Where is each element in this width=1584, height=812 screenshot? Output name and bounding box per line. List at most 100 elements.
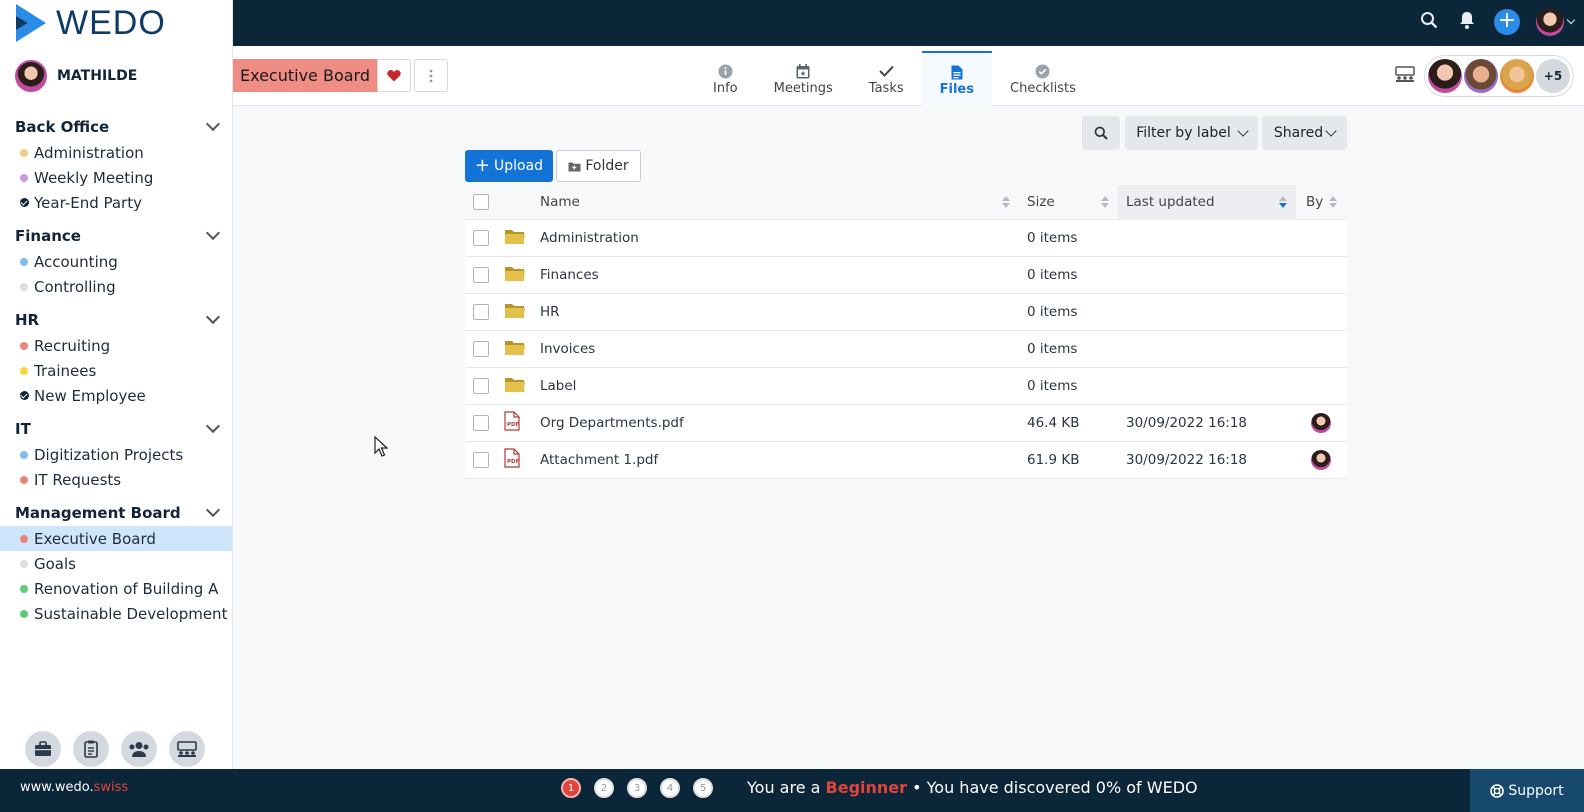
table-row[interactable]: Finances 0 items <box>465 257 1347 294</box>
sort-desc-icon[interactable] <box>1279 195 1287 209</box>
sidebar-item[interactable]: IT Requests <box>0 467 232 492</box>
table-row[interactable]: Administration 0 items <box>465 220 1347 257</box>
onboarding-step[interactable]: 2 <box>594 778 614 798</box>
website-link[interactable]: www.wedo.swiss <box>20 780 128 795</box>
file-name[interactable]: Administration <box>540 230 639 246</box>
sidebar-item-label: Digitization Projects <box>34 445 184 464</box>
table-row[interactable]: Invoices 0 items <box>465 331 1347 368</box>
onboarding-step[interactable]: 1 <box>561 778 581 798</box>
avatar[interactable] <box>1311 413 1331 433</box>
sidebar-group-header[interactable]: Management Board <box>0 500 232 526</box>
file-name[interactable]: Finances <box>540 267 599 283</box>
chevron-down-icon[interactable] <box>205 418 221 434</box>
row-checkbox[interactable] <box>473 452 489 468</box>
row-checkbox[interactable] <box>473 341 489 357</box>
sidebar-item[interactable]: Goals <box>0 551 232 576</box>
search-icon[interactable] <box>1418 11 1440 34</box>
sidebar-group-header[interactable]: IT <box>0 416 232 442</box>
wedo-logo[interactable]: WEDO <box>0 0 232 46</box>
board-title[interactable]: Executive Board <box>233 59 381 92</box>
meeting-room-icon[interactable] <box>169 731 205 767</box>
table-row[interactable]: HR 0 items <box>465 294 1347 331</box>
sidebar-item[interactable]: Accounting <box>0 249 232 274</box>
sidebar-item[interactable]: Trainees <box>0 358 232 383</box>
onboarding-step[interactable]: 4 <box>660 778 680 798</box>
chevron-down-icon[interactable] <box>205 116 221 132</box>
tab-tasks[interactable]: Tasks <box>851 51 922 106</box>
shared-dropdown[interactable]: Shared <box>1262 116 1347 150</box>
onboarding-step[interactable]: 5 <box>693 778 713 798</box>
table-row[interactable]: PDF Org Departments.pdf 46.4 KB 30/09/20… <box>465 405 1347 442</box>
sidebar-shortcuts <box>25 731 205 767</box>
sidebar-item-label: Weekly Meeting <box>34 168 154 187</box>
new-folder-button[interactable]: Folder <box>556 150 641 182</box>
row-checkbox[interactable] <box>473 304 489 320</box>
file-size: 0 items <box>1027 304 1078 320</box>
sidebar-group-header[interactable]: HR <box>0 307 232 333</box>
clipboard-icon[interactable] <box>73 731 109 767</box>
table-row[interactable]: PDF Attachment 1.pdf 61.9 KB 30/09/2022 … <box>465 442 1347 479</box>
row-checkbox[interactable] <box>473 267 489 283</box>
sidebar-item[interactable]: New Employee <box>0 383 232 408</box>
briefcase-icon[interactable] <box>25 731 61 767</box>
file-name[interactable]: Label <box>540 378 576 394</box>
column-by[interactable]: By <box>1306 194 1323 210</box>
bell-icon[interactable] <box>1456 11 1478 34</box>
favorite-button[interactable] <box>377 59 411 92</box>
file-name[interactable]: Invoices <box>540 341 595 357</box>
user-profile[interactable]: MATHILDE <box>0 46 232 106</box>
sidebar-item[interactable]: Executive Board <box>0 526 232 551</box>
file-name[interactable]: Org Departments.pdf <box>540 415 684 431</box>
sort-icon[interactable] <box>1329 195 1337 209</box>
file-name[interactable]: Attachment 1.pdf <box>540 452 658 468</box>
sort-icon[interactable] <box>1002 195 1010 209</box>
chevron-down-icon[interactable] <box>205 225 221 241</box>
row-checkbox[interactable] <box>473 378 489 394</box>
board-members[interactable]: +5 <box>1424 55 1574 97</box>
add-icon[interactable]: + <box>1494 9 1520 35</box>
chevron-down-icon <box>1237 125 1249 137</box>
upload-button[interactable]: + Upload <box>465 150 553 182</box>
support-button[interactable]: Support <box>1470 769 1584 812</box>
file-name[interactable]: HR <box>540 304 560 320</box>
tab-meetings[interactable]: Meetings <box>756 51 851 106</box>
account-menu[interactable] <box>1536 8 1576 36</box>
sidebar-item-label: Executive Board <box>34 529 156 548</box>
column-last-updated[interactable]: Last updated <box>1126 194 1215 210</box>
more-options-button[interactable] <box>414 59 448 92</box>
files-search-button[interactable] <box>1082 116 1120 150</box>
tab-info[interactable]: Info <box>695 51 756 106</box>
sidebar-nav: Back Office Administration Weekly Meeting Y… <box>0 114 232 626</box>
tab-files[interactable]: Files <box>921 51 992 106</box>
sidebar-item[interactable]: Weekly Meeting <box>0 165 232 190</box>
tab-checklists[interactable]: Checklists <box>992 51 1094 106</box>
table-header: Name Size Last updated By <box>465 185 1347 220</box>
tab-label: Checklists <box>1010 81 1076 96</box>
select-all-checkbox[interactable] <box>473 194 489 210</box>
column-name[interactable]: Name <box>540 194 580 210</box>
svg-text:PDF: PDF <box>507 422 520 428</box>
sidebar-item[interactable]: Year-End Party <box>0 190 232 215</box>
color-dot <box>20 148 28 157</box>
row-checkbox[interactable] <box>473 230 489 246</box>
users-icon[interactable] <box>121 731 157 767</box>
sidebar-item[interactable]: Renovation of Building A <box>0 576 232 601</box>
team-presentation-icon[interactable] <box>1394 66 1416 87</box>
filter-by-label-dropdown[interactable]: Filter by label <box>1125 116 1258 150</box>
onboarding-step[interactable]: 3 <box>627 778 647 798</box>
sidebar-item[interactable]: Recruiting <box>0 333 232 358</box>
sidebar-group-header[interactable]: Back Office <box>0 114 232 140</box>
sidebar-group: HR Recruiting Trainees New Employee <box>0 307 232 408</box>
sort-icon[interactable] <box>1101 195 1109 209</box>
sidebar-group-header[interactable]: Finance <box>0 223 232 249</box>
sidebar-item[interactable]: Administration <box>0 140 232 165</box>
sidebar-item[interactable]: Digitization Projects <box>0 442 232 467</box>
column-size[interactable]: Size <box>1027 194 1055 210</box>
sidebar-item[interactable]: Controlling <box>0 274 232 299</box>
sidebar-item[interactable]: Sustainable Development <box>0 601 232 626</box>
chevron-down-icon[interactable] <box>205 309 221 325</box>
avatar[interactable] <box>1311 450 1331 470</box>
row-checkbox[interactable] <box>473 415 489 431</box>
table-row[interactable]: Label 0 items <box>465 368 1347 405</box>
chevron-down-icon[interactable] <box>205 502 221 518</box>
